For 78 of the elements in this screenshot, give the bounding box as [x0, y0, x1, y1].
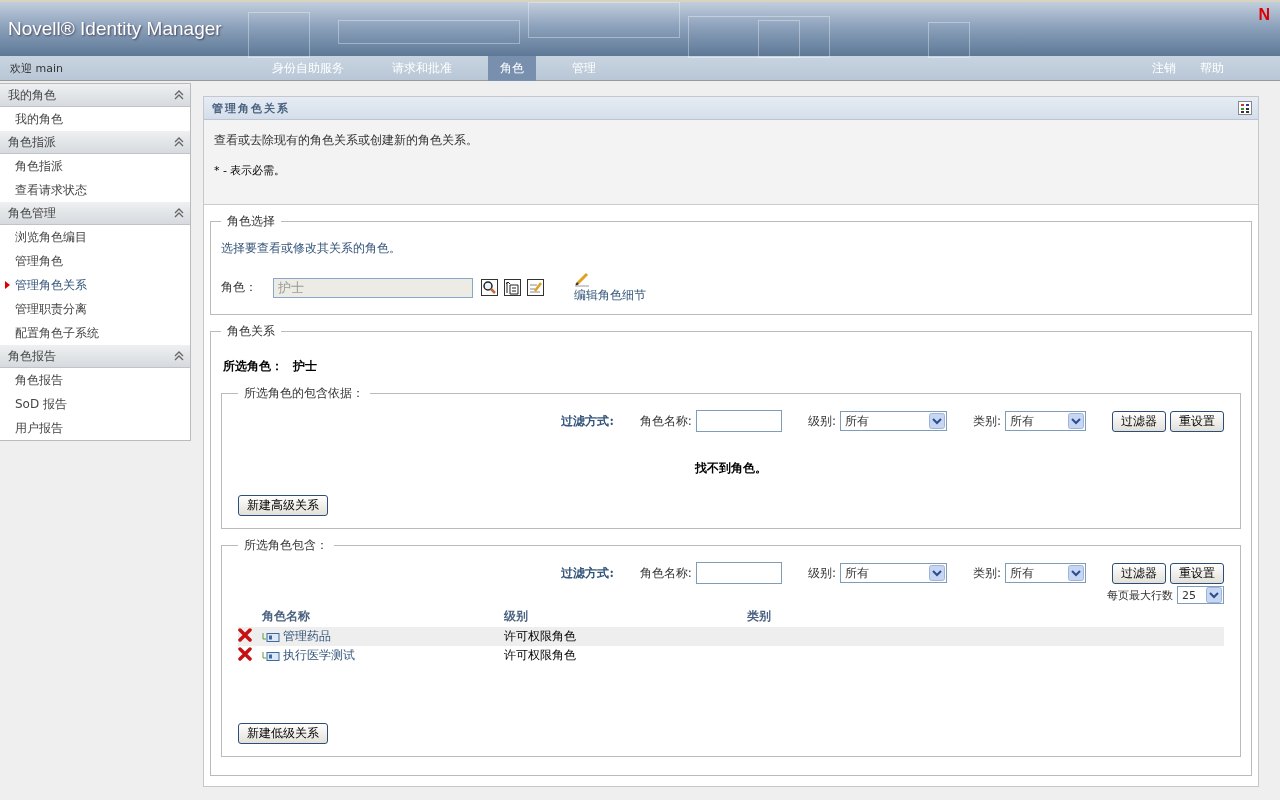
- sidebar-item[interactable]: SoD 报告: [0, 392, 190, 416]
- column-header: 角色名称: [262, 606, 504, 627]
- sidebar-item[interactable]: 管理职责分离: [0, 297, 190, 321]
- edit-icon[interactable]: [527, 279, 544, 296]
- new-relation-button[interactable]: 新建高级关系: [238, 495, 328, 516]
- collapse-icon[interactable]: [172, 88, 186, 102]
- history-list-icon[interactable]: [504, 279, 521, 296]
- group-legend: 所选角色包含：: [238, 537, 334, 554]
- sidebar-item[interactable]: 角色报告: [0, 368, 190, 392]
- category-label: 类别:: [972, 412, 1001, 430]
- category-dropdown[interactable]: 所有: [1005, 411, 1086, 431]
- logo-mark: N: [1258, 6, 1270, 24]
- category-dropdown[interactable]: 所有: [1005, 563, 1086, 583]
- panel-title: 管理角色关系: [212, 100, 290, 116]
- sidebar-item[interactable]: 管理角色: [0, 249, 190, 273]
- reset-button[interactable]: 重设置: [1170, 562, 1224, 584]
- sidebar-item[interactable]: 管理角色关系: [0, 273, 190, 297]
- caret-icon: [928, 413, 945, 429]
- filter-label: 过滤方式:: [561, 412, 614, 430]
- role-link[interactable]: 管理药品: [283, 628, 331, 645]
- category-label: 类别:: [972, 564, 1001, 582]
- sidebar-item[interactable]: 配置角色子系统: [0, 321, 190, 345]
- group-legend: 角色关系: [221, 323, 281, 340]
- role-name-input[interactable]: [695, 562, 782, 584]
- description-text: 查看或去除现有的角色关系或创建新的角色关系。: [214, 132, 479, 149]
- rows-per-page-dropdown[interactable]: 25: [1177, 586, 1224, 604]
- role-name-input[interactable]: [695, 410, 782, 432]
- level-dropdown[interactable]: 所有: [839, 411, 947, 431]
- app-title: Novell® Identity Manager: [7, 18, 223, 40]
- level-label: 级别:: [807, 564, 836, 582]
- level-dropdown[interactable]: 所有: [839, 563, 947, 583]
- required-note: * - 表示必需。: [214, 163, 287, 178]
- sidebar-group-header[interactable]: 角色指派: [0, 131, 190, 154]
- welcome-text: 欢迎 main: [9, 60, 64, 76]
- search-icon[interactable]: [481, 279, 498, 296]
- edit-role-details-link[interactable]: 编辑角色细节: [574, 287, 646, 304]
- instruction-text: 选择要查看或修改其关系的角色。: [221, 240, 402, 257]
- caret-icon: [928, 565, 945, 581]
- collapse-icon[interactable]: [172, 349, 186, 363]
- role-icon: [262, 630, 280, 643]
- filter-button[interactable]: 过滤器: [1112, 562, 1166, 584]
- level-label: 级别:: [807, 412, 836, 430]
- group-legend: 角色选择: [221, 213, 281, 230]
- delete-icon[interactable]: [238, 628, 252, 642]
- rows-per-page-label: 每页最大行数: [1107, 587, 1173, 603]
- selected-role-label: 所选角色：: [223, 358, 283, 375]
- sidebar-group-header[interactable]: 我的角色: [0, 84, 190, 107]
- caret-icon: [1068, 565, 1084, 581]
- group-legend: 所选角色的包含依据：: [238, 385, 370, 402]
- table-cell: 许可权限角色: [504, 646, 747, 665]
- table-cell: 许可权限角色: [504, 627, 747, 646]
- pencil-icon[interactable]: [574, 271, 590, 287]
- collapse-icon[interactable]: [172, 206, 186, 220]
- filter-label: 过滤方式:: [561, 564, 614, 582]
- role-name-label: 角色名称:: [639, 564, 692, 582]
- role-name-label: 角色名称:: [639, 412, 692, 430]
- delete-icon[interactable]: [238, 647, 252, 661]
- column-header: 级别: [504, 606, 747, 627]
- sidebar-item[interactable]: 查看请求状态: [0, 178, 190, 202]
- collapse-icon[interactable]: [172, 135, 186, 149]
- sidebar-item[interactable]: 角色指派: [0, 154, 190, 178]
- sidebar-item[interactable]: 浏览角色编目: [0, 225, 190, 249]
- role-link[interactable]: 执行医学测试: [283, 647, 355, 664]
- selected-role-value: 护士: [293, 358, 317, 375]
- column-header: 类别: [747, 606, 1224, 627]
- grid-icon[interactable]: [1238, 101, 1252, 115]
- role-icon: [262, 649, 280, 662]
- caret-icon: [1206, 587, 1222, 603]
- sidebar-group-header[interactable]: 角色报告: [0, 345, 190, 368]
- empty-message: 找不到角色。: [694, 460, 768, 477]
- role-label: 角色：: [221, 279, 257, 296]
- new-relation-button[interactable]: 新建低级关系: [238, 723, 328, 744]
- sidebar-item[interactable]: 用户报告: [0, 416, 190, 440]
- caret-icon: [1068, 413, 1084, 429]
- sidebar-group-header[interactable]: 角色管理: [0, 202, 190, 225]
- filter-button[interactable]: 过滤器: [1112, 410, 1166, 432]
- reset-button[interactable]: 重设置: [1170, 410, 1224, 432]
- sidebar-item[interactable]: 我的角色: [0, 107, 190, 131]
